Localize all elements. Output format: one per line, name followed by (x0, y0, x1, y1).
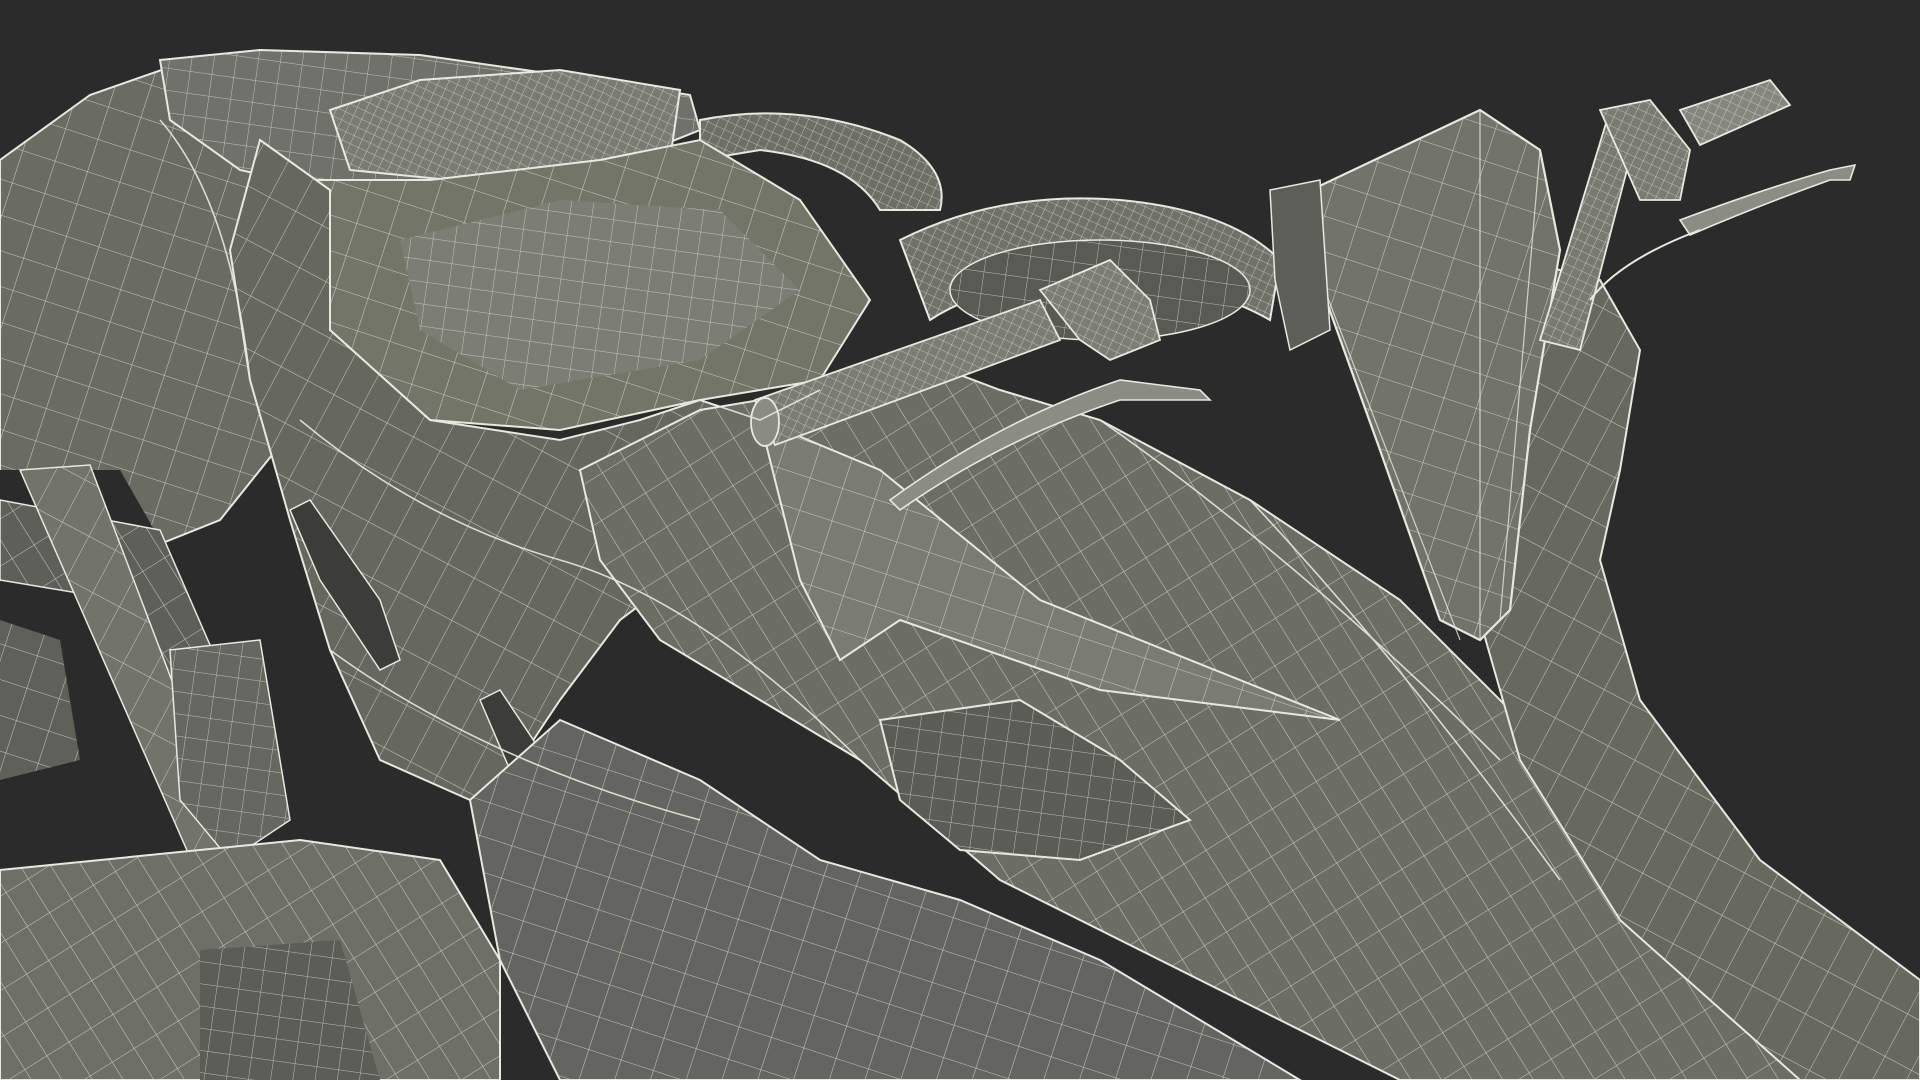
render-viewport[interactable] (0, 0, 1920, 1080)
wireframe-scene (0, 0, 1920, 1080)
rear-lower-panel (0, 838, 501, 1080)
